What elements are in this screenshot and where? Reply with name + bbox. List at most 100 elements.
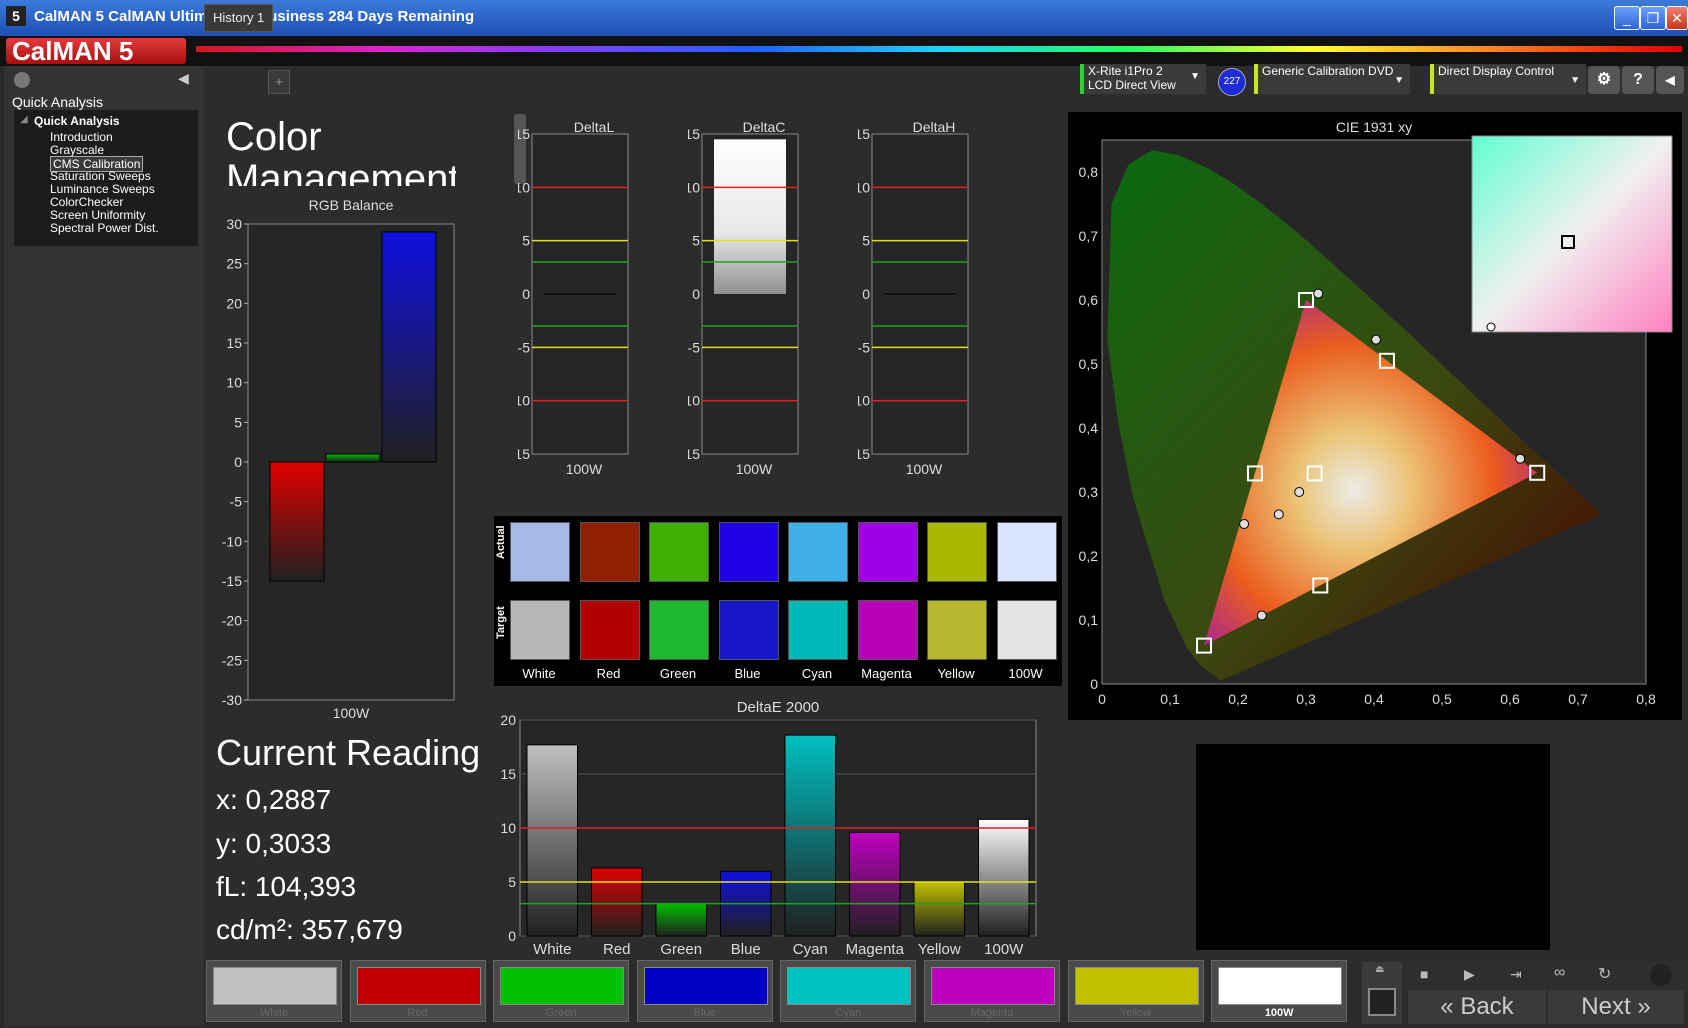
- swatch-color: [787, 967, 912, 1005]
- y-tick-label: 5: [234, 414, 242, 430]
- play-icon[interactable]: ▶: [1464, 966, 1475, 983]
- pattern-swatch-button[interactable]: 100W: [1211, 960, 1348, 1022]
- y-tick-label: 15: [226, 335, 242, 351]
- back-label: Back: [1460, 993, 1514, 1020]
- pattern-swatch-button[interactable]: Yellow: [1067, 960, 1204, 1022]
- x-tick-label: 100W: [566, 461, 603, 477]
- swatch-label: Red: [407, 1007, 428, 1019]
- source-name: Generic Calibration DVD: [1262, 64, 1394, 78]
- y-tick-label: 0,7: [1079, 228, 1099, 244]
- y-tick-label: 0: [692, 286, 700, 302]
- measured-point: [1239, 519, 1250, 529]
- transport-bar: ■ ▶ ⇥ ∞ ↻: [1406, 962, 1688, 990]
- actual-swatch: [579, 522, 640, 582]
- step-icon[interactable]: ⇥: [1510, 966, 1522, 983]
- actual-swatch: [996, 522, 1057, 582]
- collapse-panel-icon[interactable]: ◀: [178, 70, 189, 87]
- x-tick-label: 100W: [906, 461, 943, 477]
- target-swatch: [857, 600, 918, 660]
- sidebar-item[interactable]: Grayscale: [50, 143, 104, 157]
- target-swatch: [510, 600, 570, 660]
- y-tick-label: 0: [862, 286, 870, 302]
- add-tab-button[interactable]: +: [268, 70, 290, 94]
- next-button[interactable]: Next »: [1548, 990, 1684, 1024]
- settings-gear-icon[interactable]: ⚙: [1588, 66, 1620, 94]
- target-swatch: [927, 600, 987, 660]
- y-tick-label: -10: [688, 393, 700, 409]
- tab-label: History 1: [213, 10, 265, 25]
- help-icon[interactable]: ?: [1622, 66, 1654, 94]
- tree-expand-icon[interactable]: ◢: [20, 114, 28, 125]
- sidebar-item[interactable]: Spectral Power Dist.: [50, 221, 159, 235]
- chevron-down-icon: ▼: [1394, 75, 1404, 86]
- swatch-color: [643, 967, 768, 1005]
- pattern-swatch-button[interactable]: Magenta: [924, 960, 1060, 1022]
- calman-logo[interactable]: CalMAN 5: [6, 38, 186, 64]
- sidebar-item[interactable]: Introduction: [50, 130, 113, 144]
- minimize-button[interactable]: _: [1614, 6, 1640, 30]
- x-tick-label: 0,1: [1160, 691, 1180, 707]
- y-tick-label: 10: [688, 179, 700, 195]
- y-tick-label: 5: [692, 233, 700, 249]
- swatch-label: Blue: [734, 666, 761, 681]
- refresh-icon[interactable]: ↻: [1598, 964, 1611, 984]
- source-selector[interactable]: Generic Calibration DVD ▼: [1254, 64, 1410, 94]
- eject-icon[interactable]: ⏏: [1375, 964, 1384, 975]
- meter-selector[interactable]: X-Rite i1Pro 2 LCD Direct View ▼: [1080, 64, 1206, 94]
- meter-mode: LCD Direct View: [1088, 78, 1176, 92]
- target-swatch: [649, 600, 709, 660]
- swatch-label: Yellow: [1119, 1007, 1152, 1019]
- chart-title: DeltaE 2000: [737, 699, 820, 716]
- y-tick-label: 0,2: [1079, 548, 1099, 564]
- pattern-swatch-button[interactable]: Blue: [636, 960, 773, 1022]
- y-tick-label: 0,3: [1079, 484, 1099, 500]
- deltac-chart: DeltaC 15 10 5 0 -5 -10 -15 100W: [688, 120, 799, 477]
- display-selector[interactable]: Direct Display Control ▼: [1430, 64, 1586, 94]
- sidebar-item[interactable]: ColorChecker: [50, 195, 123, 209]
- stop-icon[interactable]: ■: [1420, 966, 1428, 982]
- chevrons-left-icon: «: [1440, 993, 1454, 1020]
- pattern-swatch-button[interactable]: Red: [349, 960, 486, 1022]
- close-button[interactable]: ✕: [1666, 6, 1688, 30]
- tree-root[interactable]: Quick Analysis: [34, 114, 120, 128]
- y-tick-label: -15: [688, 446, 700, 462]
- y-tick-label: 0,5: [1079, 356, 1099, 372]
- rgb-bar: [325, 453, 381, 463]
- pattern-swatch-button[interactable]: Green: [493, 960, 630, 1022]
- panel-dot-icon[interactable]: [14, 72, 30, 88]
- y-tick-label: -15: [858, 446, 870, 462]
- swatch-color: [213, 967, 337, 1005]
- collapse-right-icon[interactable]: ◀: [1656, 66, 1684, 94]
- pattern-swatch-button[interactable]: White: [206, 960, 342, 1022]
- tab-history-1[interactable]: History 1: [204, 4, 274, 32]
- chevron-down-icon: ▼: [1570, 75, 1580, 86]
- stop-square-icon[interactable]: [1368, 988, 1396, 1016]
- x-tick-label: Red: [603, 941, 631, 958]
- restore-button[interactable]: ❐: [1640, 6, 1666, 30]
- deltae-bar: [591, 867, 643, 937]
- pattern-swatch-button[interactable]: Cyan: [780, 960, 917, 1022]
- sidebar-item[interactable]: Luminance Sweeps: [50, 182, 155, 196]
- measured-point: [1313, 288, 1324, 299]
- meter-badge[interactable]: 227: [1218, 68, 1246, 96]
- sidebar-section-label: Quick Analysis: [12, 94, 104, 110]
- deltah-chart: DeltaH 15 10 5 0 -5 -10 -15 100W: [858, 120, 969, 477]
- chart-title: DeltaL: [574, 120, 615, 135]
- swatch-label: 100W: [1008, 666, 1043, 681]
- x-tick-label: Green: [660, 941, 702, 958]
- swatch-label: Magenta: [970, 1007, 1014, 1019]
- y-tick-label: 20: [226, 295, 242, 311]
- back-button[interactable]: « Back: [1408, 990, 1546, 1024]
- record-icon[interactable]: [1650, 964, 1672, 986]
- sidebar-item[interactable]: Screen Uniformity: [50, 208, 145, 222]
- page-title: Color Management: [226, 116, 456, 186]
- sidebar-item[interactable]: Saturation Sweeps: [50, 169, 151, 183]
- meter-name: X-Rite i1Pro 2: [1088, 64, 1163, 78]
- swatch-label: White: [522, 666, 556, 681]
- y-tick-label: -20: [222, 613, 242, 629]
- loop-icon[interactable]: ∞: [1554, 964, 1565, 982]
- x-tick-label: 0,3: [1296, 691, 1316, 707]
- y-tick-label: 5: [862, 233, 870, 249]
- cie-1931-chart: CIE 1931 xy 0 0,1 0,2 0,3 0,4 0,5 0,6 0,7 0,8 0 0,1…: [1079, 119, 1673, 707]
- swatch-label: Green: [659, 666, 697, 681]
